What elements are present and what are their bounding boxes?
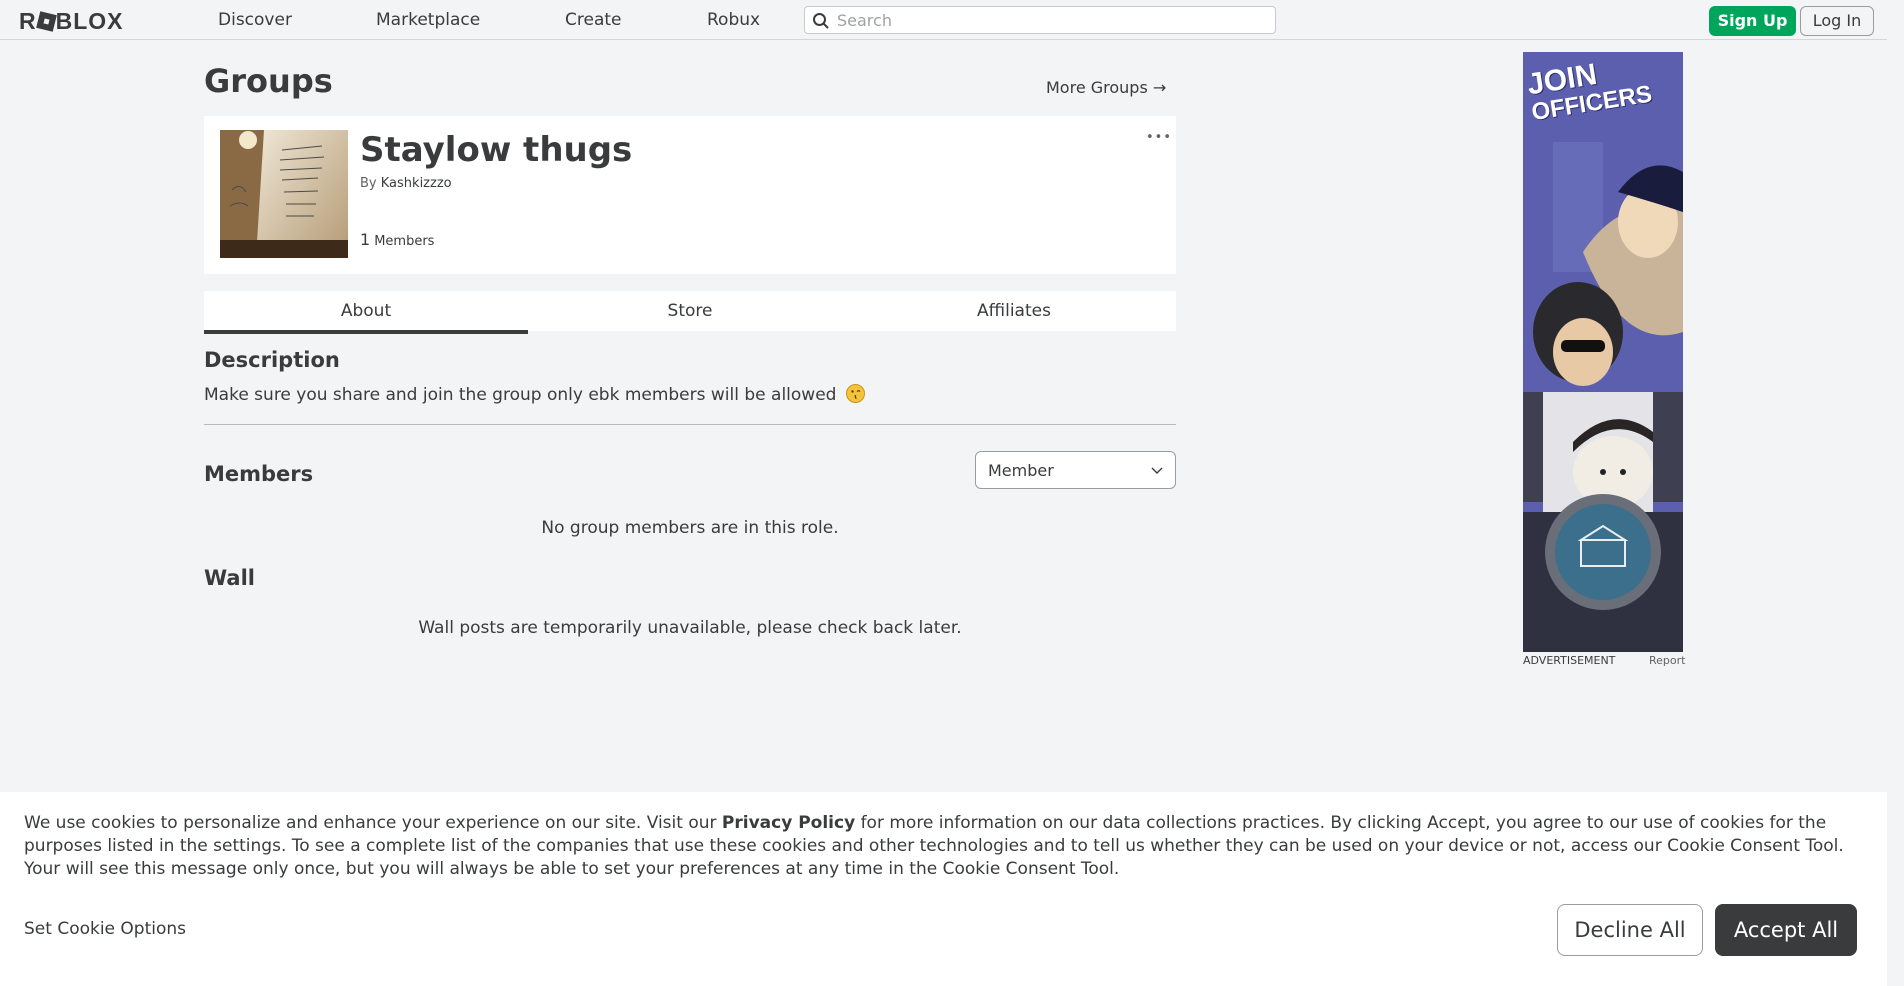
- search-icon: [813, 13, 829, 29]
- member-count: 1 Members: [360, 230, 434, 249]
- search-input[interactable]: [837, 10, 1257, 30]
- page-scrollbar-gutter: [1887, 0, 1904, 986]
- accept-all-button[interactable]: Accept All: [1715, 904, 1857, 956]
- login-button[interactable]: Log In: [1800, 6, 1874, 36]
- roblox-logo[interactable]: R BLOX: [19, 8, 124, 35]
- more-options-icon[interactable]: •••: [1146, 130, 1172, 145]
- group-tabs: About Store Affiliates: [204, 291, 1176, 334]
- tab-store[interactable]: Store: [528, 291, 852, 331]
- tab-affiliates[interactable]: Affiliates: [852, 291, 1176, 331]
- nav-create[interactable]: Create: [565, 10, 622, 30]
- kissing-face-emoji-icon: [845, 384, 865, 403]
- role-select-value: Member: [988, 461, 1054, 480]
- tab-about[interactable]: About: [204, 291, 528, 334]
- section-divider: [204, 424, 1176, 425]
- more-groups-link[interactable]: More Groups →: [1046, 78, 1166, 97]
- member-count-label: Members: [374, 234, 435, 249]
- ad-artwork: [1523, 52, 1683, 652]
- group-header-card: Staylow thugs By Kashkizzzo 1 Members •••: [204, 116, 1176, 274]
- decline-all-button[interactable]: Decline All: [1557, 904, 1703, 956]
- cookie-message: We use cookies to personalize and enhanc…: [24, 812, 1864, 881]
- signup-button[interactable]: Sign Up: [1709, 6, 1796, 36]
- advertisement-banner[interactable]: JOIN OFFICERS: [1523, 52, 1683, 652]
- nav-robux[interactable]: Robux: [707, 10, 760, 30]
- group-emblem-image: [220, 130, 348, 258]
- group-owner-prefix: By: [360, 176, 377, 191]
- wall-heading: Wall: [204, 566, 255, 590]
- privacy-policy-link[interactable]: Privacy Policy: [722, 813, 855, 833]
- set-cookie-options-link[interactable]: Set Cookie Options: [24, 919, 186, 939]
- group-owner-link[interactable]: Kashkizzzo: [381, 176, 452, 191]
- nav-marketplace[interactable]: Marketplace: [376, 10, 480, 30]
- nav-discover[interactable]: Discover: [218, 10, 292, 30]
- members-heading: Members: [204, 462, 314, 486]
- member-count-value: 1: [360, 230, 371, 249]
- page-title: Groups: [204, 62, 333, 100]
- search-box[interactable]: [804, 6, 1276, 34]
- description-text-row: Make sure you share and join the group o…: [204, 384, 865, 405]
- advertisement-label: ADVERTISEMENT: [1523, 654, 1616, 667]
- cookie-text-before: We use cookies to personalize and enhanc…: [24, 813, 722, 833]
- top-nav: R BLOX Discover Marketplace Create Robux …: [0, 0, 1904, 40]
- ad-report-link[interactable]: Report: [1649, 654, 1685, 667]
- description-heading: Description: [204, 348, 340, 372]
- members-empty-message: No group members are in this role.: [541, 518, 839, 538]
- cookie-consent-banner: We use cookies to personalize and enhanc…: [0, 792, 1887, 986]
- group-owner-line: By Kashkizzzo: [360, 176, 452, 191]
- wall-empty-message: Wall posts are temporarily unavailable, …: [418, 618, 962, 638]
- chevron-down-icon: [1151, 467, 1163, 474]
- description-text: Make sure you share and join the group o…: [204, 385, 837, 405]
- group-name: Staylow thugs: [360, 130, 633, 170]
- role-select-dropdown[interactable]: Member: [975, 451, 1176, 489]
